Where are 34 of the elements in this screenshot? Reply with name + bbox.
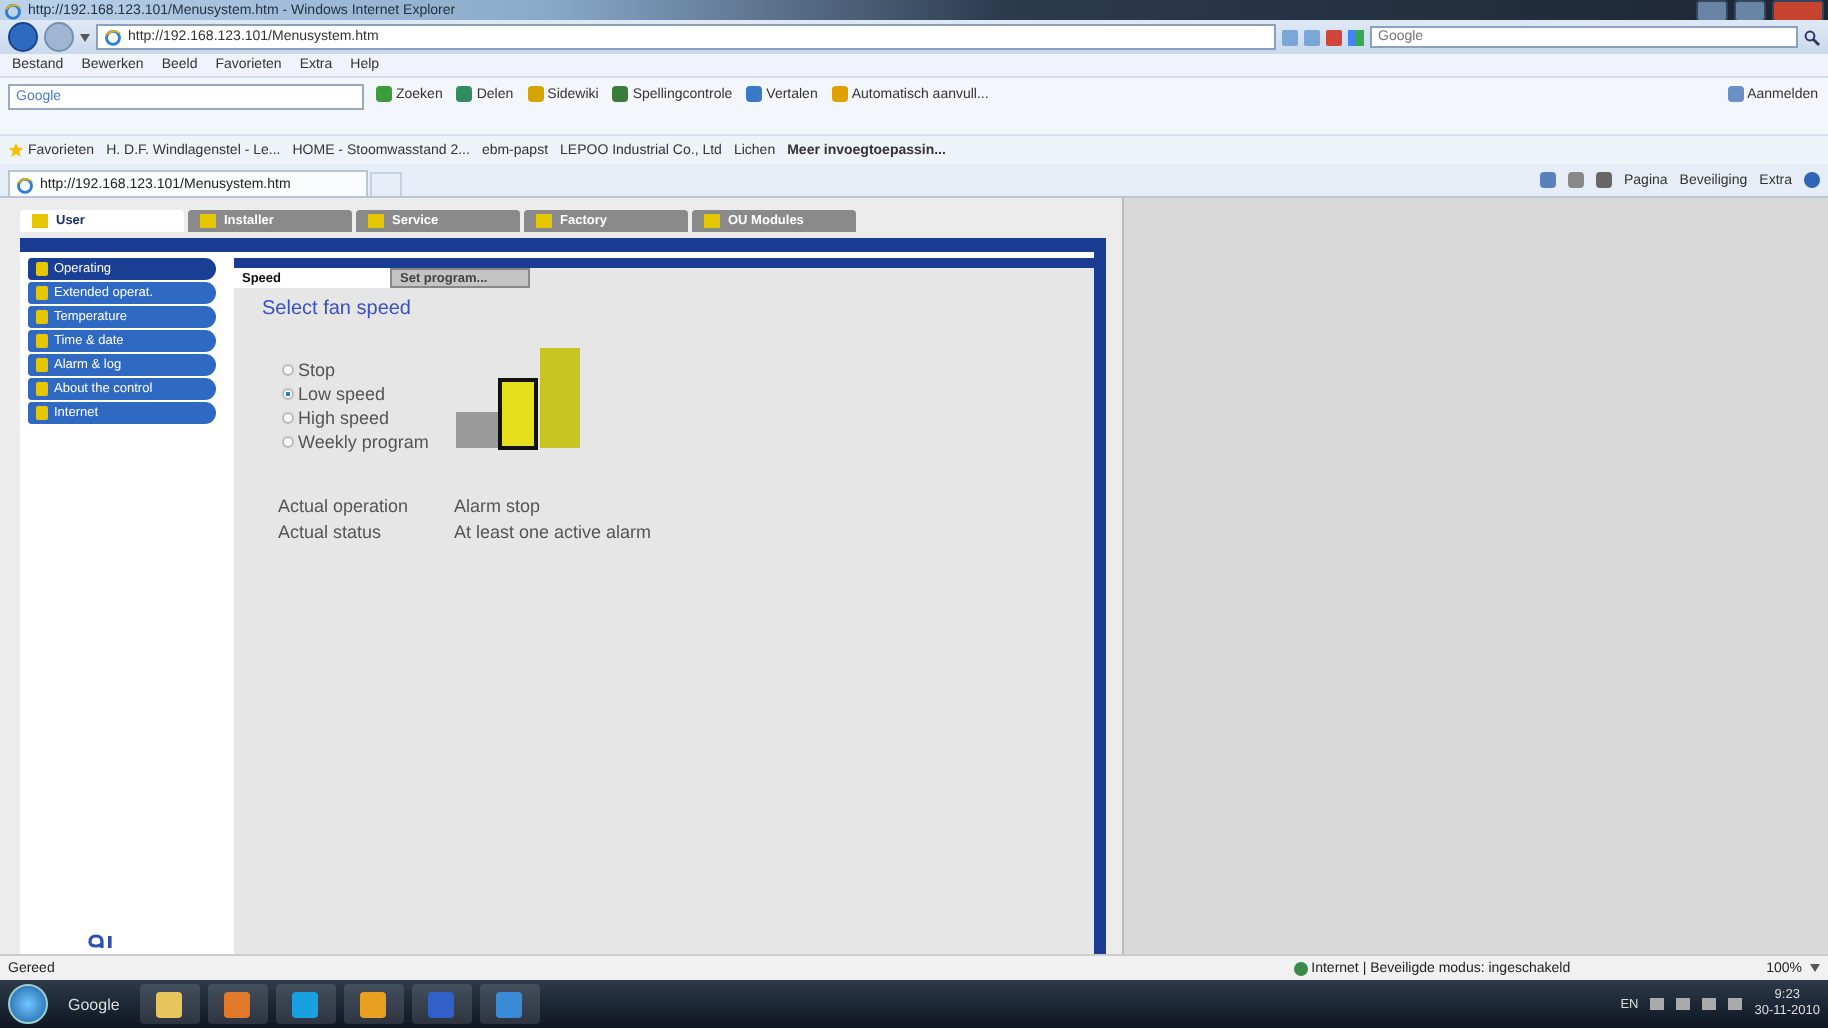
radio-button[interactable] (282, 412, 294, 424)
caret-icon[interactable] (1810, 964, 1820, 972)
page-icon (104, 28, 122, 46)
section-heading: Select fan speed (262, 298, 413, 320)
taskbar-button[interactable] (275, 984, 336, 1024)
search-icon[interactable] (1804, 29, 1820, 45)
taskbar-button[interactable] (479, 984, 540, 1024)
start-button[interactable] (8, 984, 48, 1024)
taskbar-button[interactable] (343, 984, 404, 1024)
back-button[interactable] (8, 22, 38, 52)
radio-button[interactable] (282, 364, 294, 376)
fan-speed-icon (456, 348, 581, 452)
maximize-button[interactable] (1734, 0, 1766, 21)
radio-button[interactable] (282, 436, 294, 448)
radio-option[interactable]: Stop (282, 360, 429, 380)
page-icon (16, 175, 34, 193)
radio-button[interactable] (282, 388, 294, 400)
taskbar-search[interactable]: Google (56, 986, 132, 1022)
radio-option[interactable]: High speed (282, 408, 429, 428)
status-value: At least one active alarm (454, 522, 654, 542)
search-provider-icon (1348, 29, 1364, 45)
star-icon (8, 142, 24, 158)
logo-icon (88, 930, 116, 950)
status-label: Actual operation (278, 496, 411, 516)
status-value: Alarm stop (454, 496, 543, 516)
page-icon (4, 1, 22, 19)
status-label: Actual status (278, 522, 384, 542)
taskbar-button[interactable] (207, 984, 268, 1024)
minimize-button[interactable] (1696, 0, 1728, 21)
radio-option[interactable]: Weekly program (282, 432, 429, 452)
close-button[interactable] (1772, 0, 1824, 21)
taskbar-button[interactable] (139, 984, 200, 1024)
radio-option[interactable]: Low speed (282, 384, 429, 404)
caret-icon[interactable] (80, 33, 90, 41)
